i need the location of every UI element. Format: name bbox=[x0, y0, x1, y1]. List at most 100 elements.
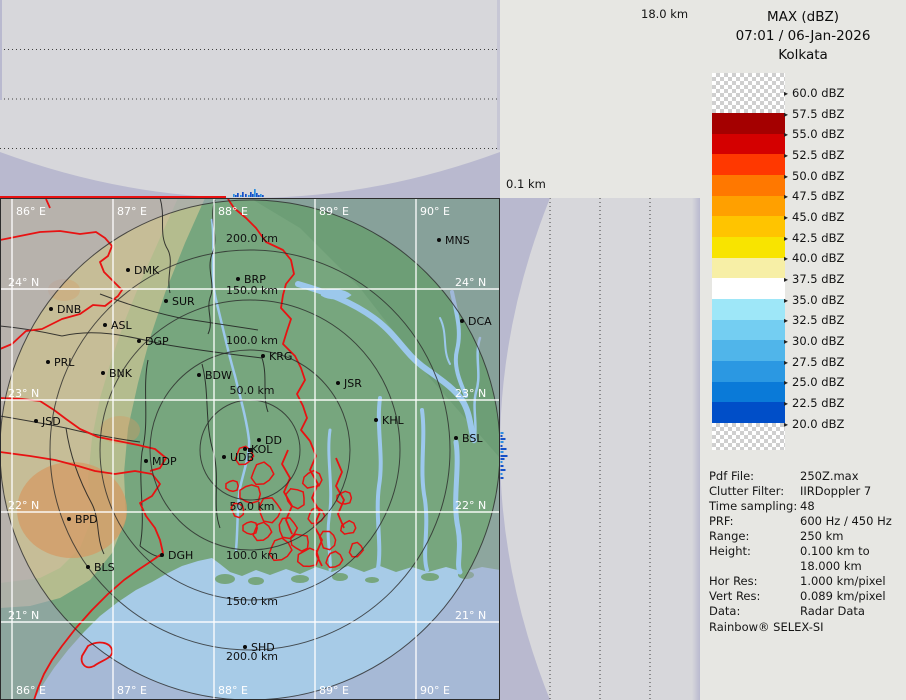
scale-tick-label: ▸ 52.5 dBZ bbox=[784, 148, 844, 162]
height-max-label: 18.0 km bbox=[641, 7, 688, 21]
right-cross-section-panel bbox=[500, 198, 700, 700]
city-label-SHD: SHD bbox=[251, 641, 275, 654]
lat-label-left: 24° N bbox=[8, 276, 39, 289]
scale-tick-label: ▸37.5 dBZ bbox=[784, 272, 844, 286]
scale-tick-arrow-icon: ▸ bbox=[784, 172, 788, 181]
scale-block bbox=[712, 216, 785, 237]
scale-tick-label: ▸25.0 dBZ bbox=[784, 375, 844, 389]
top-cross-section-panel bbox=[0, 0, 500, 198]
echo-spike bbox=[501, 469, 506, 471]
scale-tick-text: 47.5 dBZ bbox=[792, 189, 844, 203]
echo-spike bbox=[501, 451, 504, 453]
echo-spike bbox=[501, 448, 507, 450]
lat-label-left: 22° N bbox=[8, 499, 39, 512]
scale-tick-text: 60.0 dBZ bbox=[792, 86, 844, 100]
right-panel-far-edge-strip bbox=[692, 198, 700, 700]
city-label-BDW: BDW bbox=[205, 369, 232, 382]
scale-tick-text: 57.5 dBZ bbox=[792, 107, 844, 121]
scale-block bbox=[712, 278, 785, 299]
city-label-DGP: DGP bbox=[145, 335, 169, 348]
scale-block bbox=[712, 361, 785, 382]
metadata-value: 0.100 km to bbox=[800, 544, 870, 559]
lon-label-bottom: 86° E bbox=[16, 684, 46, 697]
echo-spike bbox=[235, 195, 237, 197]
city-dot-BDW bbox=[197, 373, 201, 377]
metadata-value: 48 bbox=[800, 499, 815, 514]
echo-spike bbox=[240, 195, 242, 197]
metadata-label: Range: bbox=[709, 529, 799, 544]
city-label-JSR: JSR bbox=[343, 377, 362, 390]
scale-tick-arrow-icon: ▸ bbox=[784, 296, 788, 305]
scale-tick-text: 30.0 dBZ bbox=[792, 334, 844, 348]
city-label-KRG: KRG bbox=[269, 350, 292, 363]
panel-corner: 18.0 km 0.1 km bbox=[500, 0, 700, 198]
scale-tick-text: 20.0 dBZ bbox=[792, 417, 844, 431]
metadata-label: Data: bbox=[709, 604, 799, 619]
metadata-value: 18.000 km bbox=[800, 559, 862, 574]
range-ring-label: 150.0 km bbox=[226, 595, 278, 608]
metadata-value: IIRDoppler 7 bbox=[800, 484, 871, 499]
scale-tick-text: 37.5 dBZ bbox=[792, 272, 844, 286]
range-ring-label: 50.0 km bbox=[229, 384, 274, 397]
city-label-BPD: BPD bbox=[75, 513, 98, 526]
scale-block bbox=[712, 320, 785, 341]
radar-map: 200.0 km150.0 km100.0 km50.0 km50.0 km10… bbox=[0, 198, 500, 700]
range-ring-label: 200.0 km bbox=[226, 232, 278, 245]
scale-tick-text: 50.0 dBZ bbox=[792, 169, 844, 183]
scale-tick-label: ▸27.5 dBZ bbox=[784, 355, 844, 369]
city-label-BSL: BSL bbox=[462, 432, 483, 445]
city-dot-KHL bbox=[374, 418, 378, 422]
city-dot-BLS bbox=[86, 565, 90, 569]
city-dot-DMK bbox=[126, 268, 130, 272]
echo-spike bbox=[501, 441, 504, 443]
lon-label-top: 86° E bbox=[16, 205, 46, 218]
echo-spike bbox=[242, 192, 244, 197]
scale-block bbox=[712, 196, 785, 217]
lon-label-top: 88° E bbox=[218, 205, 248, 218]
scale-tick-label: ▸42.5 dBZ bbox=[784, 231, 844, 245]
scale-tick-arrow-icon: ▸ bbox=[784, 254, 788, 263]
echo-spike bbox=[260, 194, 262, 197]
lat-label-right: 21° N bbox=[455, 609, 486, 622]
city-label-ASL: ASL bbox=[111, 319, 133, 332]
scale-tick-arrow-icon: ▸ bbox=[784, 378, 788, 387]
city-label-DGH: DGH bbox=[168, 549, 193, 562]
lon-label-top: 90° E bbox=[420, 205, 450, 218]
scale-tick-text: 52.5 dBZ bbox=[792, 148, 844, 162]
scale-block bbox=[712, 154, 785, 175]
echo-spike bbox=[501, 445, 503, 447]
metadata-label bbox=[709, 559, 799, 574]
echo-spike bbox=[501, 461, 503, 463]
city-label-JSD: JSD bbox=[41, 415, 61, 428]
radar-map-canvas: 200.0 km150.0 km100.0 km50.0 km50.0 km10… bbox=[0, 198, 500, 700]
city-dot-BPD bbox=[67, 517, 71, 521]
scale-tick-label: ▸60.0 dBZ bbox=[784, 86, 844, 100]
scale-block-above-max bbox=[712, 73, 785, 113]
city-dot-ASL bbox=[103, 323, 107, 327]
range-ring-label: 50.0 km bbox=[229, 500, 274, 513]
scale-block bbox=[712, 299, 785, 320]
metadata-label: Time sampling: bbox=[709, 499, 799, 514]
city-dot-DCA bbox=[460, 319, 464, 323]
city-dot-DGP bbox=[137, 339, 141, 343]
scale-tick-label: ▸20.0 dBZ bbox=[784, 417, 844, 431]
lat-label-left: 23° N bbox=[8, 387, 39, 400]
echo-spike bbox=[250, 192, 252, 197]
scale-tick-arrow-icon: ▸ bbox=[784, 151, 788, 160]
color-scale-bar bbox=[712, 0, 785, 460]
lon-label-top: 89° E bbox=[319, 205, 349, 218]
city-dot-DD bbox=[257, 438, 261, 442]
lat-label-right: 22° N bbox=[455, 499, 486, 512]
right-panel-background bbox=[500, 198, 700, 700]
city-label-UDB: UDB bbox=[230, 451, 254, 464]
scale-tick-arrow-icon: ▸ bbox=[784, 316, 788, 325]
scale-block bbox=[712, 113, 785, 134]
panel-left-edge-strip bbox=[0, 0, 2, 100]
scale-tick-text: 42.5 dBZ bbox=[792, 231, 844, 245]
echo-spike bbox=[258, 195, 260, 197]
scale-tick-arrow-icon: ▸ bbox=[784, 337, 788, 346]
scale-tick-label: ▸22.5 dBZ bbox=[784, 396, 844, 410]
scale-tick-arrow-icon: ▸ bbox=[784, 192, 788, 201]
scale-tick-arrow-icon: ▸ bbox=[784, 358, 788, 367]
lon-label-bottom: 90° E bbox=[420, 684, 450, 697]
